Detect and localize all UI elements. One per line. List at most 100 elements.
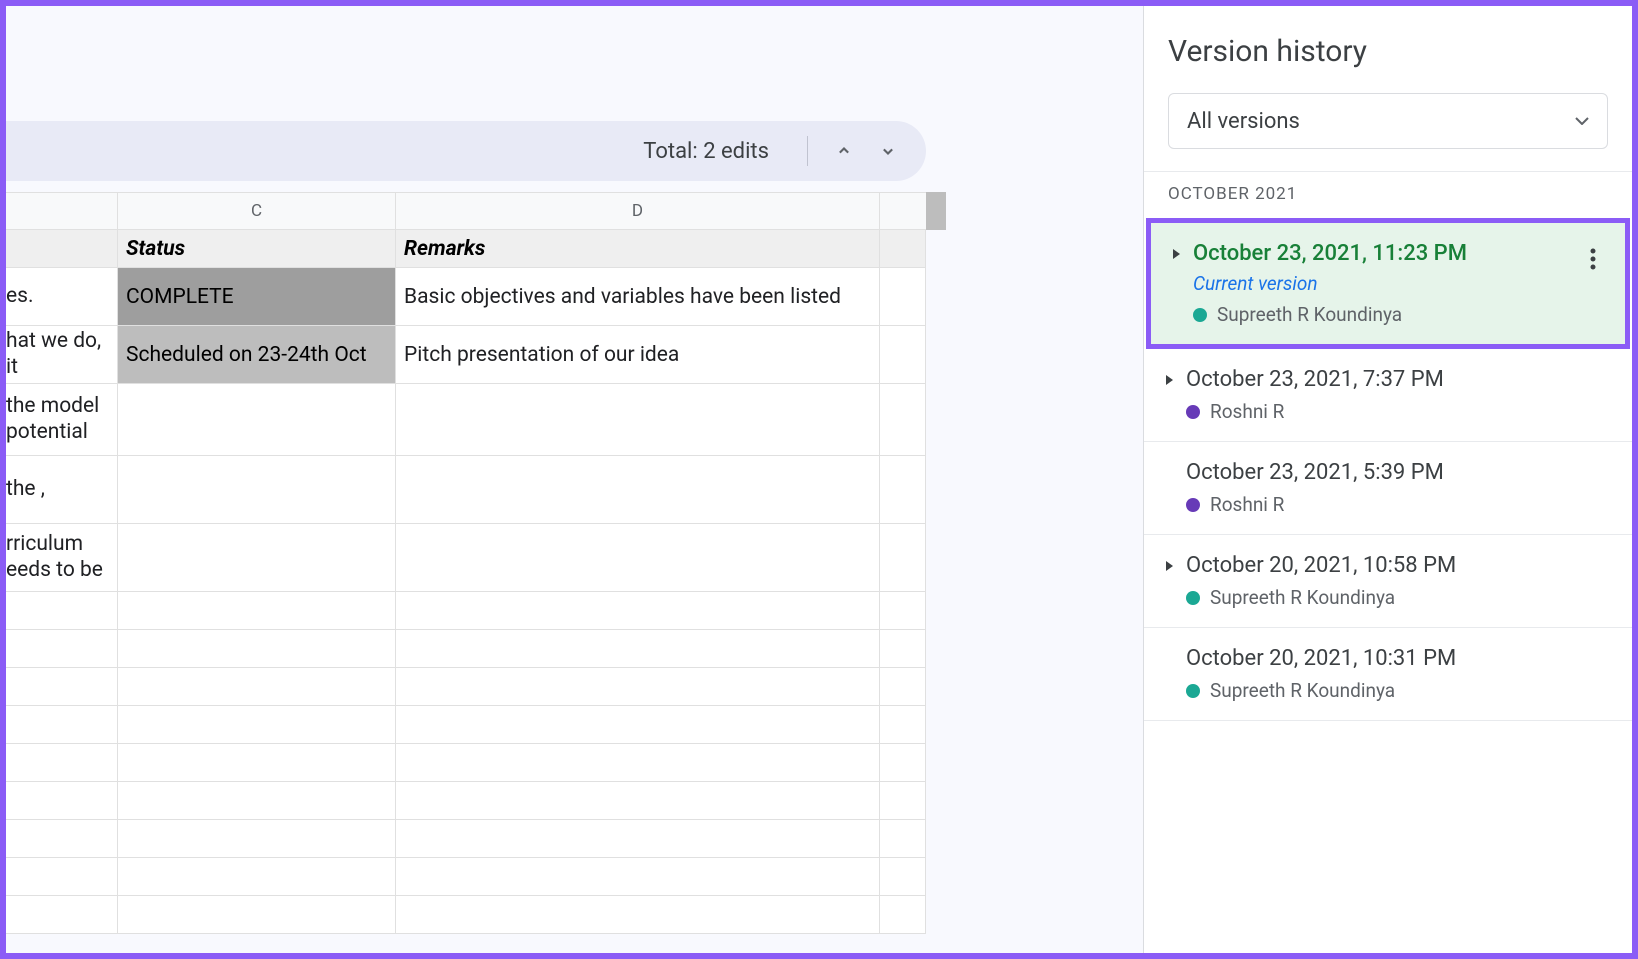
cell[interactable] <box>6 744 118 781</box>
cell[interactable] <box>880 456 926 523</box>
version-date: October 23, 2021, 7:37 PM <box>1186 367 1444 392</box>
cell[interactable] <box>118 782 396 819</box>
cell[interactable] <box>6 230 118 267</box>
cell[interactable] <box>6 896 118 933</box>
col-header-e[interactable] <box>880 193 926 229</box>
version-item[interactable]: October 20, 2021, 10:58 PM Supreeth R Ko… <box>1144 535 1632 628</box>
cell[interactable] <box>118 744 396 781</box>
header-status[interactable]: Status <box>118 230 396 267</box>
version-item[interactable]: October 20, 2021, 10:31 PM Supreeth R Ko… <box>1144 628 1632 721</box>
col-header-blank[interactable] <box>6 193 118 229</box>
cell[interactable]: rriculum eeds to be <box>6 524 118 591</box>
version-item[interactable]: October 23, 2021, 5:39 PM Roshni R <box>1144 442 1632 535</box>
cell[interactable] <box>880 230 926 267</box>
table-row: es. COMPLETE Basic objectives and variab… <box>6 268 926 326</box>
cell[interactable] <box>396 782 880 819</box>
expand-toggle[interactable] <box>1162 560 1176 572</box>
scrollbar-thumb[interactable] <box>926 192 946 230</box>
prev-edit-button[interactable] <box>826 133 862 169</box>
editor-name: Supreeth R Koundinya <box>1210 586 1395 609</box>
cell[interactable] <box>880 782 926 819</box>
cell[interactable] <box>396 820 880 857</box>
cell[interactable] <box>396 524 880 591</box>
cell[interactable] <box>880 820 926 857</box>
cell[interactable] <box>880 592 926 629</box>
cell[interactable] <box>118 896 396 933</box>
version-item-current[interactable]: October 23, 2021, 11:23 PM Current versi… <box>1146 218 1630 349</box>
cell[interactable] <box>118 706 396 743</box>
cell-status[interactable]: COMPLETE <box>118 268 396 325</box>
cell[interactable] <box>118 384 396 455</box>
cell[interactable] <box>396 456 880 523</box>
cell[interactable] <box>396 706 880 743</box>
cell[interactable] <box>880 706 926 743</box>
more-vertical-icon <box>1590 248 1596 270</box>
spreadsheet-area: Total: 2 edits C D Status Remarks es. CO… <box>6 6 946 953</box>
edits-summary-bar: Total: 2 edits <box>6 121 926 181</box>
editor-color-dot <box>1186 591 1200 605</box>
cell[interactable] <box>880 384 926 455</box>
cell[interactable] <box>118 858 396 895</box>
cell[interactable] <box>880 858 926 895</box>
editor-color-dot <box>1193 308 1207 322</box>
version-date: October 20, 2021, 10:58 PM <box>1186 553 1456 578</box>
chevron-down-icon <box>878 141 898 161</box>
month-group-label: OCTOBER 2021 <box>1144 171 1632 218</box>
cell[interactable]: hat we do, it <box>6 326 118 383</box>
table-row: hat we do, it Scheduled on 23-24th Oct P… <box>6 326 926 384</box>
cell[interactable]: es. <box>6 268 118 325</box>
cell[interactable] <box>880 896 926 933</box>
cell[interactable] <box>880 268 926 325</box>
cell[interactable] <box>118 820 396 857</box>
cell[interactable] <box>118 630 396 667</box>
version-item[interactable]: October 23, 2021, 7:37 PM Roshni R <box>1144 349 1632 442</box>
cell[interactable] <box>6 668 118 705</box>
cell[interactable] <box>396 630 880 667</box>
expand-toggle[interactable] <box>1169 248 1183 260</box>
next-edit-button[interactable] <box>870 133 906 169</box>
cell[interactable] <box>880 326 926 383</box>
cell[interactable]: the model potential <box>6 384 118 455</box>
table-row: rriculum eeds to be <box>6 524 926 592</box>
cell[interactable] <box>396 592 880 629</box>
cell-remarks[interactable]: Pitch presentation of our idea <box>396 326 880 383</box>
versions-filter-dropdown[interactable]: All versions <box>1168 93 1608 149</box>
cell[interactable] <box>396 858 880 895</box>
cell[interactable] <box>396 668 880 705</box>
cell[interactable] <box>396 384 880 455</box>
cell[interactable] <box>396 744 880 781</box>
spreadsheet-grid[interactable]: C D Status Remarks es. COMPLETE Basic ob… <box>6 192 926 934</box>
cell[interactable] <box>6 706 118 743</box>
cell[interactable] <box>6 858 118 895</box>
cell[interactable] <box>118 668 396 705</box>
cell[interactable] <box>396 896 880 933</box>
col-header-d[interactable]: D <box>396 193 880 229</box>
cell[interactable] <box>6 782 118 819</box>
editor-name: Roshni R <box>1210 493 1284 516</box>
table-header-row: Status Remarks <box>6 230 926 268</box>
cell[interactable]: the , <box>6 456 118 523</box>
triangle-right-icon <box>1171 248 1181 260</box>
cell[interactable] <box>880 630 926 667</box>
cell[interactable] <box>118 524 396 591</box>
table-row <box>6 668 926 706</box>
total-edits-label: Total: 2 edits <box>643 139 769 164</box>
current-version-label: Current version <box>1193 272 1607 295</box>
cell-remarks[interactable]: Basic objectives and variables have been… <box>396 268 880 325</box>
cell-status[interactable]: Scheduled on 23-24th Oct <box>118 326 396 383</box>
version-more-button[interactable] <box>1577 243 1609 275</box>
cell[interactable] <box>880 744 926 781</box>
header-remarks[interactable]: Remarks <box>396 230 880 267</box>
cell[interactable] <box>6 820 118 857</box>
cell[interactable] <box>880 668 926 705</box>
editor-name: Supreeth R Koundinya <box>1210 679 1395 702</box>
editor-color-dot <box>1186 498 1200 512</box>
cell[interactable] <box>6 592 118 629</box>
chevron-up-icon <box>834 141 854 161</box>
col-header-c[interactable]: C <box>118 193 396 229</box>
cell[interactable] <box>118 592 396 629</box>
cell[interactable] <box>118 456 396 523</box>
cell[interactable] <box>6 630 118 667</box>
expand-toggle[interactable] <box>1162 374 1176 386</box>
cell[interactable] <box>880 524 926 591</box>
